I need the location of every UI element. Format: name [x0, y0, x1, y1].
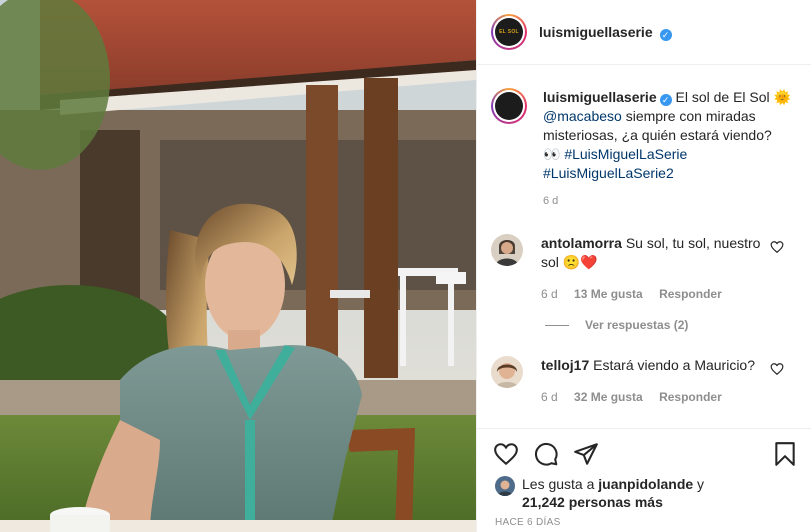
comment-likes[interactable]: 13 Me gusta — [574, 287, 643, 301]
post-date[interactable]: HACE 6 DÍAS — [495, 517, 561, 528]
reply-button[interactable]: Responder — [659, 287, 722, 301]
post-actions: Les gusta a juanpidolande y 21,242 perso… — [477, 428, 811, 532]
commenter-avatar[interactable] — [491, 234, 523, 266]
caption-text: luismiguellaserie ✓ El sol de El Sol 🌞 @m… — [543, 88, 811, 183]
comment-time[interactable]: 6 d — [541, 390, 558, 404]
eyes-emoji: 👀 — [543, 146, 561, 162]
comment-time[interactable]: 6 d — [541, 287, 558, 301]
comment-meta: 6 d 13 Me gusta Responder — [541, 285, 761, 304]
share-icon[interactable] — [573, 441, 599, 467]
post-photo[interactable] — [0, 0, 476, 532]
bookmark-icon[interactable] — [772, 441, 798, 467]
comment-icon[interactable] — [533, 441, 559, 467]
comment-likes[interactable]: 32 Me gusta — [574, 390, 643, 404]
hashtag-link[interactable]: #LuisMiguelLaSerie2 — [543, 165, 674, 181]
heart-icon[interactable] — [770, 240, 784, 254]
reply-button[interactable]: Responder — [659, 390, 722, 404]
author-avatar[interactable]: EL SOL — [491, 14, 527, 50]
caption-avatar[interactable] — [491, 88, 527, 124]
caption-text-1: El sol de El Sol — [675, 89, 770, 105]
post-header: EL SOL luismiguellaserie ✓ — [477, 0, 811, 65]
mention-link[interactable]: @macabeso — [543, 108, 622, 124]
comment-emoji: 🙁❤️ — [562, 254, 598, 270]
view-replies-button[interactable]: Ver respuestas (2) — [545, 318, 688, 332]
commenter-username[interactable]: antolamorra — [541, 235, 622, 251]
caption-time[interactable]: 6 d — [543, 195, 811, 207]
comment-item: telloj17 Estará viendo a Mauricio? 6 d 3… — [491, 356, 806, 407]
author-username[interactable]: luismiguellaserie — [539, 24, 653, 40]
photo-illustration — [0, 0, 476, 532]
avatar-logo-text: EL SOL — [495, 18, 523, 46]
liker-username[interactable]: juanpidolande — [598, 476, 693, 492]
view-replies-label: Ver respuestas (2) — [585, 318, 689, 332]
heart-icon[interactable] — [770, 362, 784, 376]
likes-connector: y — [693, 476, 705, 492]
comment-text: Estará viendo a Mauricio? — [593, 357, 756, 373]
likes-summary: Les gusta a juanpidolande y 21,242 perso… — [495, 475, 704, 511]
comments-section: luismiguellaserie ✓ El sol de El Sol 🌞 @m… — [477, 66, 811, 428]
verified-badge-icon: ✓ — [659, 94, 672, 106]
sun-emoji: 🌞 — [773, 89, 791, 105]
liker-avatar[interactable] — [495, 476, 515, 496]
hashtag-link[interactable]: #LuisMiguelLaSerie — [564, 146, 687, 162]
likes-others[interactable]: 21,242 personas más — [522, 494, 663, 510]
replies-divider — [545, 324, 569, 326]
likes-prefix: Les gusta a — [522, 476, 599, 492]
action-icons — [493, 441, 599, 467]
commenter-avatar[interactable] — [491, 356, 523, 388]
post-side-panel: EL SOL luismiguellaserie ✓ luismiguellas… — [476, 0, 811, 532]
verified-badge-icon: ✓ — [659, 28, 672, 41]
caption-username[interactable]: luismiguellaserie — [543, 89, 657, 105]
commenter-username[interactable]: telloj17 — [541, 357, 589, 373]
comment-item: antolamorra Su sol, tu sol, nuestro sol … — [491, 234, 806, 304]
comment-meta: 6 d 32 Me gusta Responder — [541, 388, 761, 407]
post-caption: luismiguellaserie ✓ El sol de El Sol 🌞 @m… — [491, 88, 806, 207]
bookmark-button[interactable] — [772, 441, 798, 467]
heart-icon[interactable] — [493, 441, 519, 467]
